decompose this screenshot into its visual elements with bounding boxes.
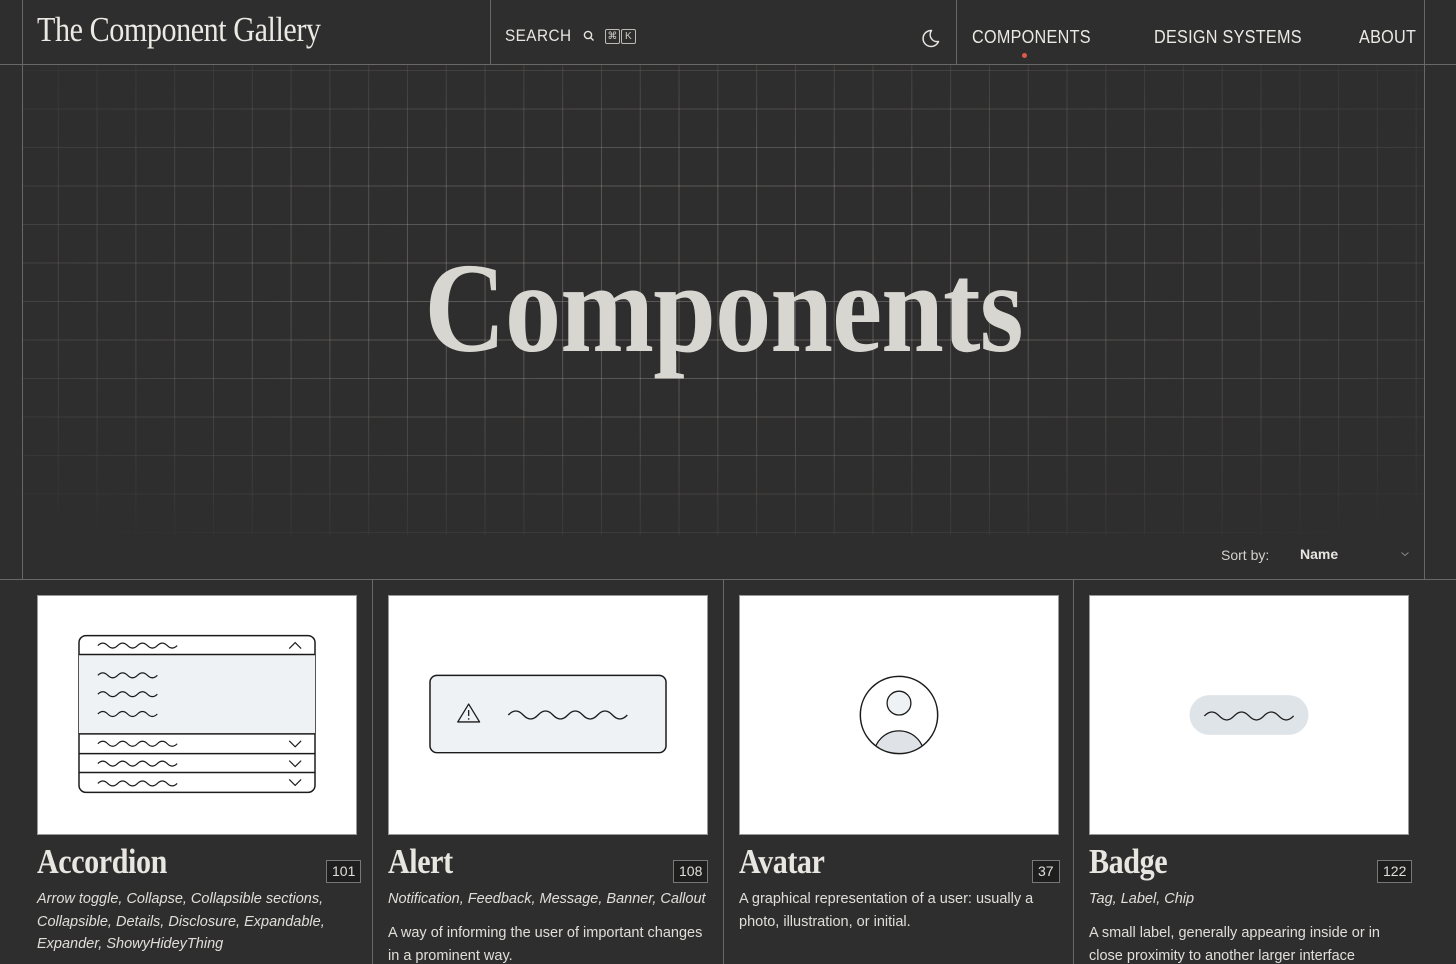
search-shortcut: ⌘ K <box>604 28 636 44</box>
example-count-badge: 37 <box>1032 860 1060 883</box>
card-aliases: Tag, Label, Chip <box>1089 891 1195 907</box>
card-title: Avatar <box>739 842 825 881</box>
search-button[interactable]: SEARCH ⌘ K <box>505 26 636 46</box>
sort-label: Sort by: <box>1221 547 1270 563</box>
header-divider <box>956 0 957 65</box>
example-count-badge: 108 <box>673 860 709 883</box>
card-title: Alert <box>388 842 453 881</box>
card-description: A way of informing the user of important… <box>388 925 703 964</box>
alert-illustration <box>388 595 708 835</box>
site-header: The Component Gallery SEARCH ⌘ K COMPONE… <box>0 0 1456 65</box>
example-count-badge: 101 <box>326 860 362 883</box>
card-description: A small label, generally appearing insid… <box>1089 925 1380 964</box>
sort-select[interactable]: Name <box>1300 546 1410 566</box>
site-brand[interactable]: The Component Gallery <box>37 10 321 50</box>
badge-illustration <box>1089 595 1409 835</box>
k-key: K <box>620 28 636 44</box>
active-indicator <box>1022 53 1027 58</box>
alert-icon <box>429 674 667 754</box>
user-avatar-icon <box>859 675 939 755</box>
component-card-alert[interactable]: Alert 108 Notification, Feedback, Messag… <box>373 580 724 964</box>
card-description: A graphical representation of a user: us… <box>739 891 1034 930</box>
chevron-down-icon <box>1401 552 1409 557</box>
accordion-icon <box>78 634 316 794</box>
accordion-illustration <box>37 595 357 835</box>
example-count-badge: 122 <box>1377 860 1413 883</box>
component-card-badge[interactable]: Badge 122 Tag, Label, Chip A small label… <box>1074 580 1425 964</box>
header-divider <box>490 0 491 65</box>
component-card-avatar[interactable]: Avatar 37 A graphical representation of … <box>724 580 1075 964</box>
card-aliases: Arrow toggle, Collapse, Collapsible sect… <box>37 891 325 952</box>
frame-line-right <box>1424 0 1425 580</box>
nav-design-systems[interactable]: DESIGN SYSTEMS <box>1154 27 1302 48</box>
command-key: ⌘ <box>604 28 620 44</box>
page-title: Components <box>424 237 1023 379</box>
card-aliases: Notification, Feedback, Message, Banner,… <box>388 891 706 907</box>
search-icon <box>583 30 594 41</box>
nav-components[interactable]: COMPONENTS <box>972 27 1091 48</box>
avatar-illustration <box>739 595 1059 835</box>
component-card-accordion[interactable]: Accordion 101 Arrow toggle, Collapse, Co… <box>22 580 373 964</box>
card-title: Badge <box>1089 842 1168 881</box>
sort-value: Name <box>1300 546 1339 562</box>
badge-icon <box>1189 695 1309 735</box>
hero: Components <box>23 65 1424 535</box>
nav-about[interactable]: ABOUT <box>1359 27 1416 48</box>
card-title: Accordion <box>37 842 167 881</box>
search-label: SEARCH <box>505 26 572 45</box>
moon-icon[interactable] <box>919 27 941 49</box>
